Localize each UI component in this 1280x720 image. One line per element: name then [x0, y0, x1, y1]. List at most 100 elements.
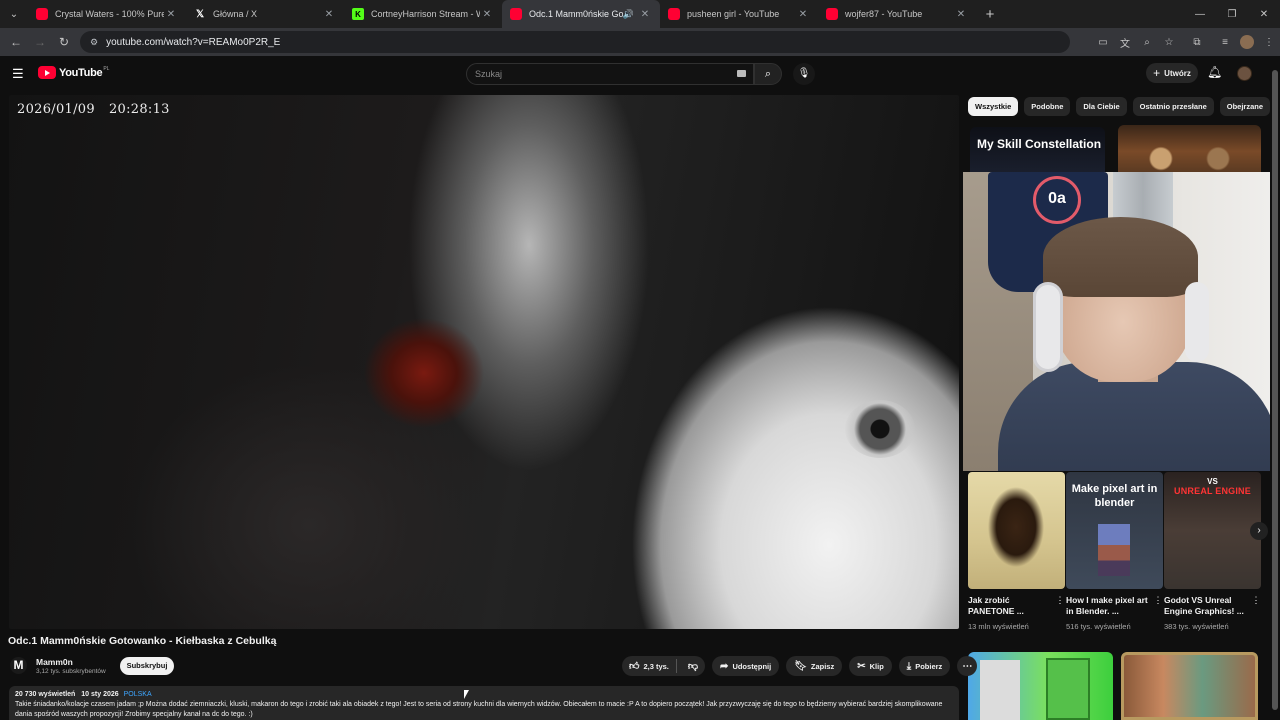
cast-icon[interactable]: ▭: [1092, 37, 1114, 48]
forward-arrow-icon[interactable]: →: [28, 35, 52, 49]
recommendation-thumbnail[interactable]: Make pixel art in blender: [1066, 472, 1163, 589]
close-icon[interactable]: ✕: [638, 9, 652, 20]
video-actions: 👍︎ 2,3 tys. 👎︎ ➦ Udostępnij 🔖︎ Zapisz ✂ …: [622, 656, 978, 676]
restore-icon[interactable]: ❐: [1216, 9, 1248, 20]
recommendation-card[interactable]: Jak zrobić PANETONE ... ⋮ 13 mln wyświet…: [968, 472, 1065, 631]
chevron-right-icon[interactable]: ›: [1250, 522, 1268, 540]
tab-3-active[interactable]: Odc.1 Mamm0ńskie Gotow 🔊 ✕: [502, 0, 660, 28]
filter-chip-watched[interactable]: Obejrzane: [1219, 97, 1271, 116]
recommendation-thumbnail[interactable]: [968, 472, 1065, 589]
share-label: Udostępnij: [732, 661, 772, 671]
minimize-icon[interactable]: —: [1184, 9, 1216, 20]
more-options-icon[interactable]: ⋮: [1251, 595, 1261, 617]
recommendation-grid: Jak zrobić PANETONE ... ⋮ 13 mln wyświet…: [968, 472, 1261, 631]
more-options-icon[interactable]: ⋮: [1055, 595, 1065, 617]
logo-country: PL: [103, 66, 110, 72]
search-input[interactable]: Szukaj: [466, 63, 754, 85]
notifications-bell-icon[interactable]: 🔔︎: [1207, 65, 1222, 79]
tab-title: wojfer87 - YouTube: [845, 9, 923, 19]
save-button[interactable]: 🔖︎ Zapisz: [786, 656, 843, 676]
more-options-icon[interactable]: ⋮: [1153, 595, 1163, 617]
close-icon[interactable]: ✕: [480, 9, 494, 20]
youtube-icon: [826, 8, 838, 20]
share-button[interactable]: ➦ Udostępnij: [712, 656, 780, 676]
create-button[interactable]: + Utwórz: [1146, 63, 1198, 83]
minecraft-character-icon: [980, 660, 1020, 720]
tab-4[interactable]: pusheen girl - YouTube ✕: [660, 0, 818, 28]
recommendation-thumbnail[interactable]: [1121, 652, 1258, 720]
filter-chip-related[interactable]: Podobne: [1024, 97, 1071, 116]
video-player[interactable]: 2026/01/09 20:28:13: [9, 95, 959, 629]
thumbs-down-icon[interactable]: 👎︎: [681, 660, 705, 672]
bookmark-star-icon[interactable]: ☆: [1158, 37, 1180, 48]
description-text: Takie śniadanko/kolacje czasem jadam ;p …: [15, 701, 943, 718]
like-button[interactable]: 👍︎ 2,3 tys.: [622, 659, 677, 673]
clip-label: Klip: [869, 661, 884, 671]
filter-chip-recent[interactable]: Ostatnio przesłane: [1132, 97, 1214, 116]
site-info-icon[interactable]: ⚙: [90, 37, 98, 48]
recommendation-thumbnail[interactable]: [1118, 125, 1261, 173]
tab-0[interactable]: Crystal Waters - 100% Pure Lov ✕: [28, 0, 186, 28]
video-description[interactable]: 20 730 wyświetleń 10 sty 2026 POLSKA Tak…: [9, 686, 959, 720]
kick-icon: K: [352, 8, 364, 20]
recommendation-card[interactable]: VS UNREAL ENGINE Godot VS Unreal Engine …: [1164, 472, 1261, 631]
profile-avatar[interactable]: [1240, 35, 1254, 49]
bookmark-icon: 🔖︎: [794, 660, 807, 672]
channel-avatar[interactable]: M: [10, 657, 27, 674]
browser-menu-icon[interactable]: ⋮: [1258, 37, 1280, 48]
media-control-icon[interactable]: ≡: [1214, 37, 1236, 48]
account-avatar[interactable]: [1237, 66, 1252, 81]
headphones-icon: [1033, 282, 1063, 372]
close-icon[interactable]: ✕: [796, 9, 810, 20]
thumbnail-text: My Skill Constellation: [977, 137, 1102, 151]
window-close-icon[interactable]: ✕: [1248, 9, 1280, 20]
youtube-logo[interactable]: YouTube PL: [38, 66, 109, 79]
filter-chip-for-you[interactable]: Dla Ciebie: [1076, 97, 1127, 116]
zoom-icon[interactable]: ⌕: [1136, 37, 1158, 48]
keyboard-icon[interactable]: [737, 70, 746, 77]
recommendation-thumbnail[interactable]: My Skill Constellation: [970, 127, 1105, 173]
camera-date: 2026/01/09: [17, 102, 95, 117]
thumbnail-engine-text: UNREAL ENGINE: [1174, 486, 1251, 496]
tab-2[interactable]: K CortneyHarrison Stream - Watc ✕: [344, 0, 502, 28]
url-text: youtube.com/watch?v=REAMo0P2R_E: [106, 36, 281, 48]
close-icon[interactable]: ✕: [954, 9, 968, 20]
tab-5[interactable]: wojfer87 - YouTube ✕: [818, 0, 976, 28]
browser-address-bar: ← → ↻ ⚙ youtube.com/watch?v=REAMo0P2R_E …: [0, 28, 1280, 56]
recommendation-title[interactable]: How I make pixel art in Blender. ...: [1066, 595, 1153, 617]
recommendation-title[interactable]: Godot VS Unreal Engine Graphics! ...: [1164, 595, 1251, 617]
youtube-icon: [510, 8, 522, 20]
tab-1[interactable]: 𝕏 Główna / X ✕: [186, 0, 344, 28]
close-icon[interactable]: ✕: [322, 9, 336, 20]
back-arrow-icon[interactable]: ←: [4, 35, 28, 49]
recommendation-thumbnail[interactable]: VS UNREAL ENGINE: [1164, 472, 1261, 589]
more-actions-icon[interactable]: ⋯: [957, 656, 978, 676]
subscribe-button[interactable]: Subskrybuj: [120, 657, 174, 675]
hashtag-link[interactable]: POLSKA: [124, 691, 152, 698]
recommendation-filters: Wszystkie Podobne Dla Ciebie Ostatnio pr…: [968, 97, 1271, 117]
menu-icon[interactable]: ☰: [12, 66, 24, 82]
url-bar[interactable]: ⚙ youtube.com/watch?v=REAMo0P2R_E: [80, 31, 1070, 53]
tab-title: Główna / X: [213, 9, 258, 19]
close-icon[interactable]: ✕: [164, 9, 178, 20]
microphone-icon[interactable]: 🎙: [793, 63, 815, 85]
scrollbar-thumb[interactable]: [1272, 70, 1278, 710]
youtube-icon: [36, 8, 48, 20]
recommendation-thumbnail[interactable]: [968, 652, 1113, 720]
recommendation-title[interactable]: Jak zrobić PANETONE ...: [968, 595, 1055, 617]
search-icon[interactable]: ⌕: [754, 63, 782, 85]
reload-icon[interactable]: ↻: [52, 35, 76, 49]
page-scrollbar[interactable]: [1270, 56, 1280, 720]
channel-name[interactable]: Mamm0n: [36, 657, 73, 667]
filter-chip-all[interactable]: Wszystkie: [968, 97, 1019, 116]
browser-tab-strip: ⌄ Crystal Waters - 100% Pure Lov ✕ 𝕏 Głó…: [0, 0, 1280, 28]
tab-search-chevron-icon[interactable]: ⌄: [0, 0, 28, 28]
speaker-icon[interactable]: 🔊: [623, 9, 634, 20]
translate-icon[interactable]: 文: [1114, 35, 1136, 50]
camera-timestamp: 2026/01/09 20:28:13: [17, 102, 170, 117]
new-tab-plus-icon[interactable]: +: [978, 6, 1002, 23]
clip-button[interactable]: ✂ Klip: [849, 656, 892, 676]
download-button[interactable]: ⤓ Pobierz: [898, 656, 951, 676]
recommendation-card[interactable]: Make pixel art in blender How I make pix…: [1066, 472, 1163, 631]
extensions-icon[interactable]: ⧉: [1186, 37, 1208, 48]
